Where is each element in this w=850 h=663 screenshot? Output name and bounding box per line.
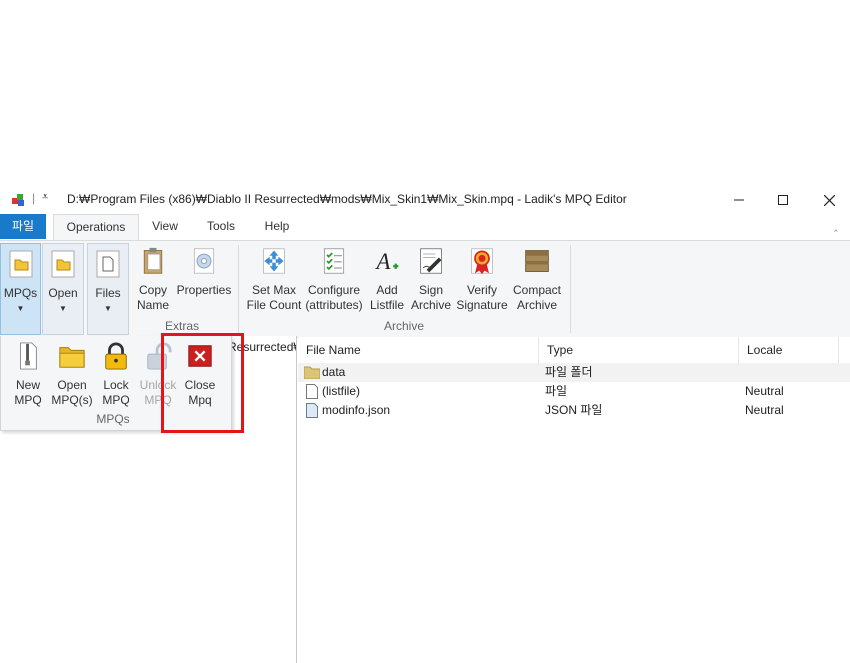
sign-archive-button[interactable]: Sign Archive [408,247,454,313]
new-mpq-button[interactable]: New MPQ [5,342,51,408]
arrows-icon [263,248,285,274]
file-type: JSON 파일 [545,403,603,417]
clipboard-icon [143,247,163,274]
add-listfile-label: Add Listfile [369,283,404,312]
open-mpqs-label: Open MPQ(s) [51,378,93,407]
ribbon-collapse-icon[interactable]: ‸ [834,219,838,232]
dropdown-arrow-icon: ▼ [16,304,25,313]
set-max-file-count-label: Set Max File Count [246,283,302,312]
qat-dropdown-icon[interactable]: ⩡ [42,191,48,204]
configure-attributes-button[interactable]: Configure (attributes) [304,247,364,313]
folder-icon [9,250,32,278]
gear-icon [193,248,215,274]
archive-group-label: Archive [383,319,424,333]
ribbon-award-icon [471,248,493,275]
file-name: (listfile) [322,384,360,398]
file-locale: Neutral [745,403,784,417]
open-folder-icon [59,347,85,368]
set-max-file-count-button[interactable]: Set Max File Count [244,247,304,313]
svg-text:A: A [375,249,391,274]
compact-archive-button[interactable]: Compact Archive [510,247,564,313]
list-item[interactable]: (listfile) 파일 Neutral [298,382,850,401]
open-menu-button[interactable]: Open ▼ [42,243,84,335]
file-type: 파일 [545,384,568,398]
group-separator [238,245,239,333]
box-icon [525,250,549,272]
copy-name-label: Copy Name [136,283,169,312]
lock-mpq-button[interactable]: Lock MPQ [95,342,137,408]
lock-mpq-label: Lock MPQ [102,378,130,407]
lock-icon [105,342,127,370]
file-type: 파일 폴더 [545,365,593,379]
close-window-button[interactable] [806,186,850,214]
dropdown-arrow-icon: ▼ [104,304,112,313]
copy-name-button[interactable]: Copy Name [133,247,173,313]
app-icon[interactable] [10,191,28,209]
list-item[interactable]: data 파일 폴더 [298,363,850,382]
mpqs-label: MPQs [3,286,38,300]
files-label: Files [95,286,121,300]
verify-signature-label: Verify Signature [456,283,508,312]
mpqs-group-label: MPQs [96,412,130,426]
ribbon-tab-bar: 파일 Operations View Tools Help ‸ [0,214,850,240]
font-add-icon: A [375,249,399,274]
file-name: modinfo.json [322,403,391,417]
tab-help[interactable]: Help [252,214,302,239]
list-item[interactable]: modinfo.json JSON 파일 Neutral [298,401,850,420]
file-locale: Neutral [745,384,784,398]
zip-file-icon [20,342,37,370]
verify-signature-button[interactable]: Verify Signature [455,247,509,313]
json-file-icon [306,403,318,424]
dropdown-arrow-icon: ▼ [59,304,67,313]
highlight-box [161,333,244,433]
folder-icon [51,250,75,278]
sign-archive-label: Sign Archive [410,283,451,312]
properties-label: Properties [176,283,232,297]
add-listfile-button[interactable]: A Add Listfile [366,247,408,313]
tab-view[interactable]: View [140,214,190,239]
title-bar: | ⩡ D:₩Program Files (x86)₩Diablo II Res… [0,186,850,214]
minimize-icon [734,199,744,201]
group-separator [570,245,571,333]
mpqs-menu-button[interactable]: MPQs ▼ [0,243,41,335]
checklist-icon [323,248,345,274]
tab-file[interactable]: 파일 [0,214,46,239]
sign-icon [420,248,442,274]
column-header-locale[interactable]: Locale [739,337,839,363]
tab-operations[interactable]: Operations [53,214,139,240]
minimize-button[interactable] [716,186,762,214]
maximize-icon [778,195,788,205]
qat-separator: | [32,191,36,205]
open-mpqs-button[interactable]: Open MPQ(s) [49,342,95,408]
column-header-type[interactable]: Type [539,337,739,363]
maximize-button[interactable] [760,186,806,214]
window-title: D:₩Program Files (x86)₩Diablo II Resurre… [67,192,627,206]
document-icon [96,250,120,278]
files-menu-button[interactable]: Files ▼ [87,243,129,335]
compact-archive-label: Compact Archive [512,283,562,312]
tab-tools[interactable]: Tools [196,214,246,239]
configure-attributes-label: Configure (attributes) [305,283,363,312]
open-label: Open [48,286,78,300]
extras-group-label: Extras [164,319,199,333]
file-list[interactable]: File Name Type Locale data 파일 폴더 (listfi… [298,337,850,663]
column-header-file-name[interactable]: File Name [298,337,539,363]
ribbon-panel: MPQs ▼ Open ▼ Files ▼ Copy Name Properti… [0,240,850,338]
properties-button[interactable]: Properties [176,247,232,298]
close-icon [823,194,835,206]
new-mpq-label: New MPQ [14,378,42,407]
file-name: data [322,365,346,379]
